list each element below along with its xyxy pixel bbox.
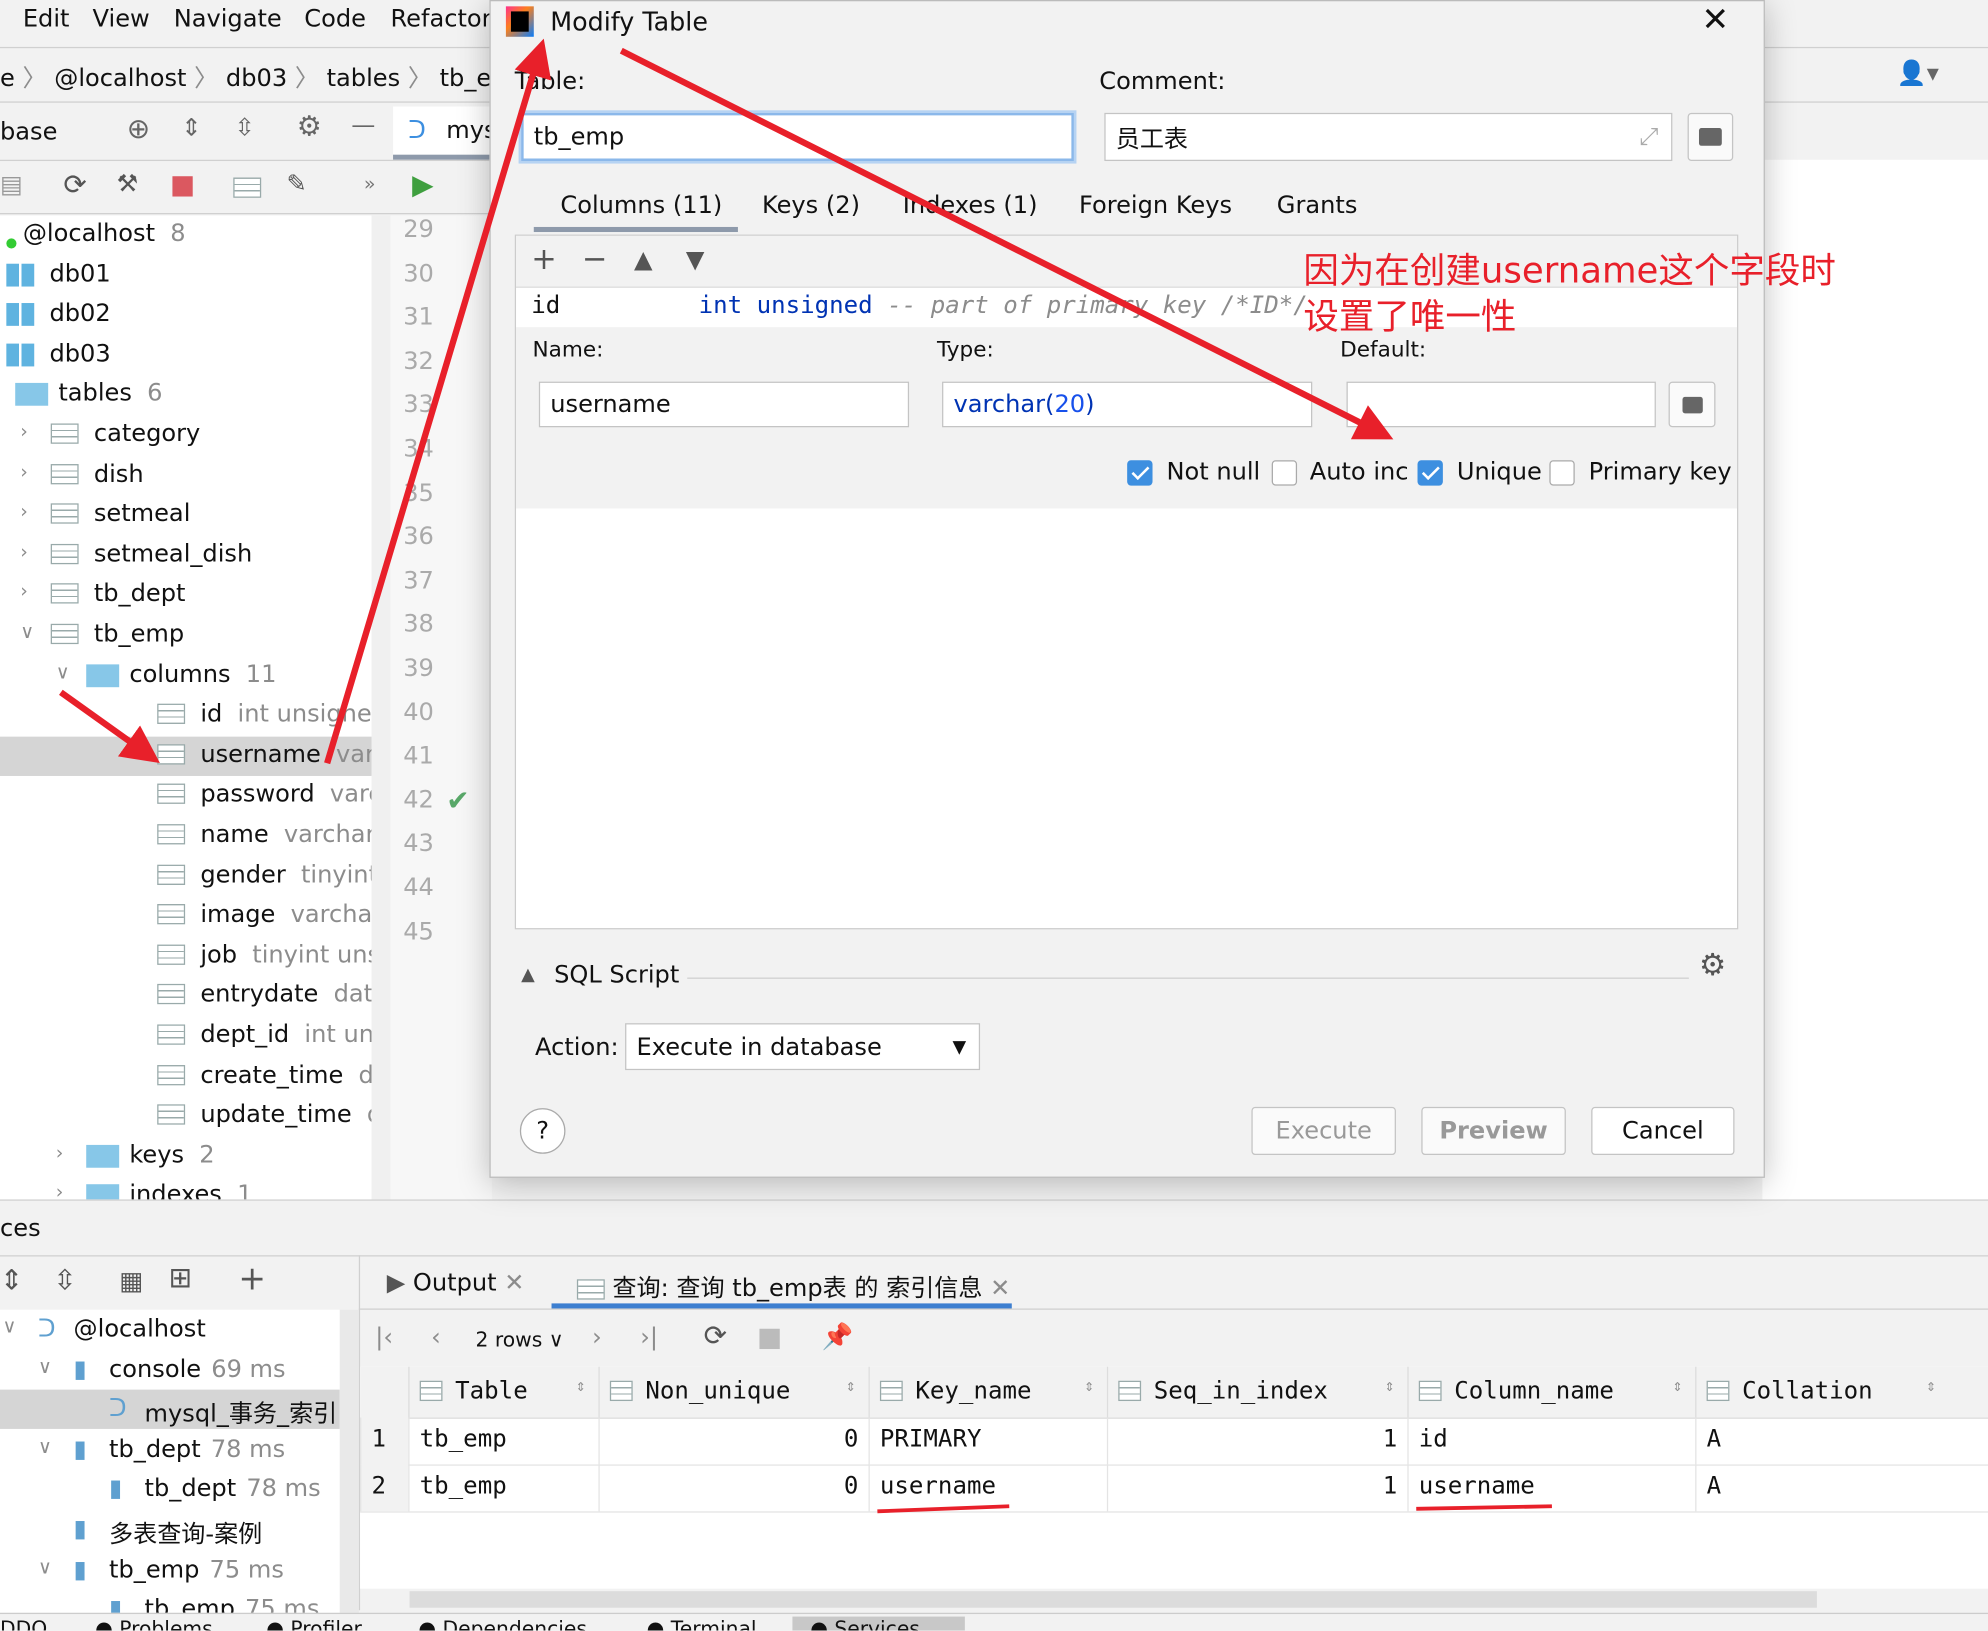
ide-window: Edit View Navigate Code Refactor e 〉 @lo…: [0, 0, 1988, 1631]
arrow-to-unique-checkbox: [619, 47, 1394, 440]
arrow-to-dialog-title: [324, 38, 552, 765]
arrow-to-username-column: [59, 689, 160, 764]
annotation-arrows: [59, 38, 1552, 1514]
underline-key-name: [877, 1504, 1010, 1514]
underline-column-name: [1416, 1504, 1552, 1511]
